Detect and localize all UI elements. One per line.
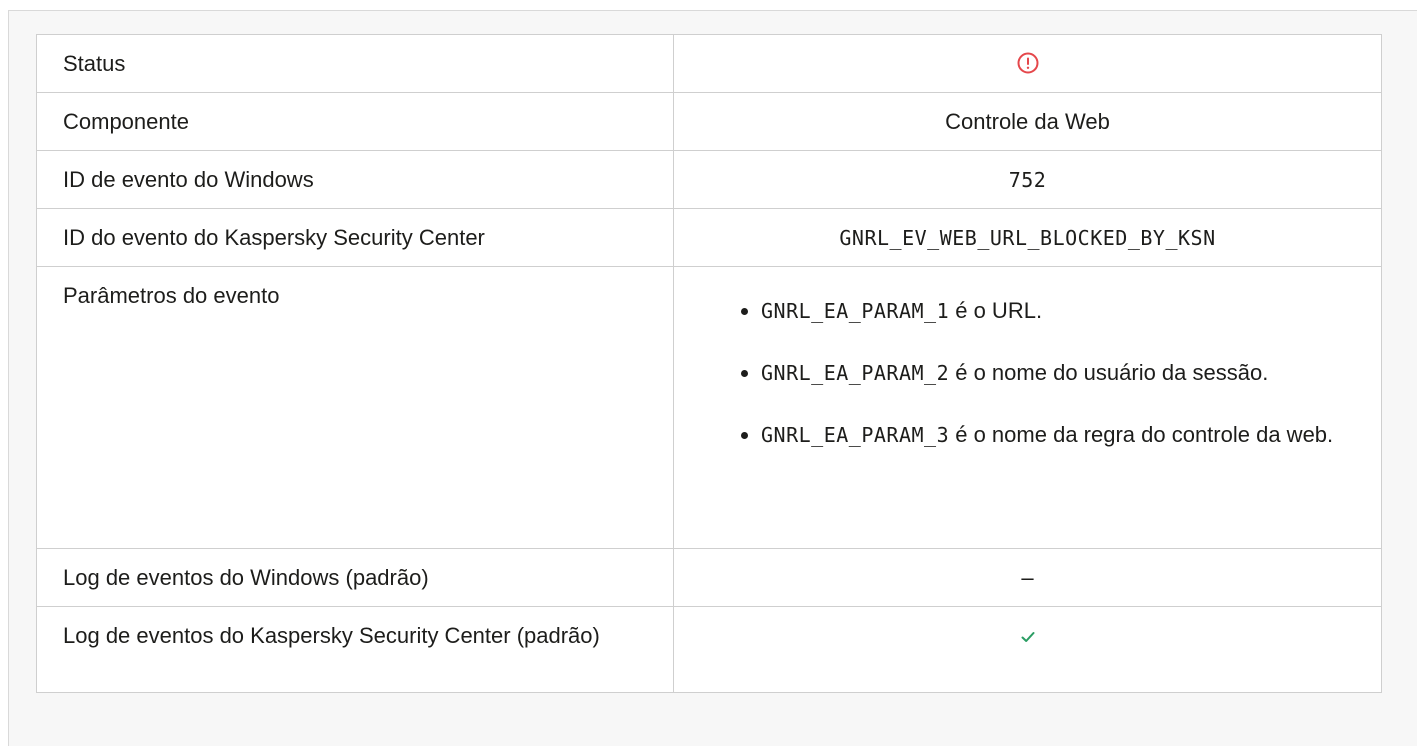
- table-row-event-parameters: Parâmetros do evento GNRL_EA_PARAM_1 é o…: [36, 266, 1382, 549]
- table-row-status: Status: [36, 34, 1382, 93]
- bullet-icon: [741, 432, 748, 439]
- param-description: é o nome do usuário da sessão.: [949, 360, 1269, 385]
- row-value: –: [673, 548, 1382, 607]
- row-label: ID do evento do Kaspersky Security Cente…: [36, 208, 674, 267]
- param-description: é o nome da regra do controle da web.: [949, 422, 1334, 447]
- bullet-icon: [741, 308, 748, 315]
- param-description: é o URL.: [949, 298, 1043, 323]
- bullet-icon: [741, 370, 748, 377]
- table-row-ksc-event-id: ID do evento do Kaspersky Security Cente…: [36, 208, 1382, 267]
- row-label: Componente: [36, 92, 674, 151]
- table-row-component: Componente Controle da Web: [36, 92, 1382, 151]
- row-value: 752: [673, 150, 1382, 209]
- list-item: GNRL_EA_PARAM_1 é o URL.: [741, 295, 1341, 327]
- exclamation-circle-icon: [1017, 52, 1038, 74]
- param-code: GNRL_EA_PARAM_1: [761, 299, 950, 323]
- row-label: Log de eventos do Kaspersky Security Cen…: [36, 606, 674, 693]
- table-row-windows-event-id: ID de evento do Windows 752: [36, 150, 1382, 209]
- row-value: [673, 34, 1382, 93]
- param-code: GNRL_EA_PARAM_3: [761, 423, 950, 447]
- row-value: GNRL_EA_PARAM_1 é o URL. GNRL_EA_PARAM_2…: [673, 266, 1382, 549]
- table-row-ksc-log: Log de eventos do Kaspersky Security Cen…: [36, 606, 1382, 693]
- row-value: [673, 606, 1382, 693]
- row-value: GNRL_EV_WEB_URL_BLOCKED_BY_KSN: [673, 208, 1382, 267]
- table-row-windows-log: Log de eventos do Windows (padrão) –: [36, 548, 1382, 607]
- parameter-list: GNRL_EA_PARAM_1 é o URL. GNRL_EA_PARAM_2…: [741, 295, 1355, 451]
- row-value: Controle da Web: [673, 92, 1382, 151]
- row-label: Parâmetros do evento: [36, 266, 674, 549]
- list-item: GNRL_EA_PARAM_3 é o nome da regra do con…: [741, 419, 1341, 451]
- checkmark-icon: [1021, 632, 1034, 643]
- row-label: ID de evento do Windows: [36, 150, 674, 209]
- row-label: Status: [36, 34, 674, 93]
- row-label: Log de eventos do Windows (padrão): [36, 548, 674, 607]
- event-properties-table: Status Componente Controle da Web ID de …: [36, 34, 1382, 693]
- param-code: GNRL_EA_PARAM_2: [761, 361, 950, 385]
- list-item: GNRL_EA_PARAM_2 é o nome do usuário da s…: [741, 357, 1341, 389]
